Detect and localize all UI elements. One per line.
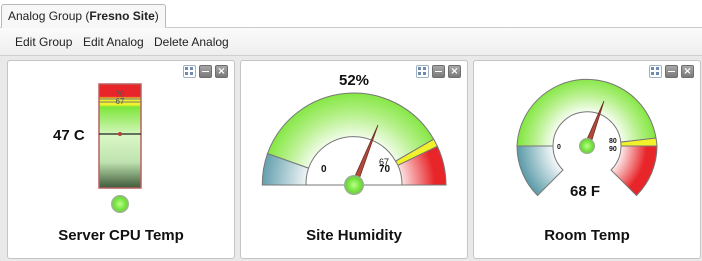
tab-site-name: Fresno Site [89,9,155,23]
analog-panel-server-cpu-temp[interactable]: × 70 67 47 C Server CPU Temp [7,60,235,259]
gauge-hub [579,138,595,154]
panel-title: Room Temp [544,227,630,244]
edit-analog-button[interactable]: Edit Analog [83,35,144,49]
gauge-low-band [516,145,564,197]
panel-title: Server CPU Temp [58,227,184,244]
scale-min-label: 0 [321,164,327,175]
scale-warning-label: 80 [609,138,617,145]
tab-bar: Analog Group (Fresno Site) [0,0,702,28]
analog-panel-room-temp[interactable]: × 0 80 90 68 F Room Temp [473,60,701,259]
threshold-warning-label: 67 [116,97,125,106]
status-indicator [111,195,129,213]
tab-label-prefix: Analog Group ( [8,9,90,23]
edit-group-button[interactable]: Edit Group [15,35,72,49]
gauge-alarm-band [610,145,658,197]
toolbar: Edit Group Edit Analog Delete Analog [0,28,702,56]
tab-analog-group[interactable]: Analog Group (Fresno Site) [1,4,166,28]
scale-high-label: 70 [379,164,391,175]
gauge-normal-band [516,78,657,147]
delete-analog-button[interactable]: Delete Analog [154,35,229,49]
gauge-hub [344,175,364,195]
scale-min-label: 0 [557,144,561,151]
scale-alarm-label: 90 [609,146,617,153]
reading-value: 47 C [53,127,85,144]
reading-value: 68 F [570,183,601,200]
analog-panel-site-humidity[interactable]: × 52% 0 67 70 Site Humidity [240,60,468,259]
panel-title: Site Humidity [306,227,402,244]
tab-label-suffix: ) [154,9,159,23]
